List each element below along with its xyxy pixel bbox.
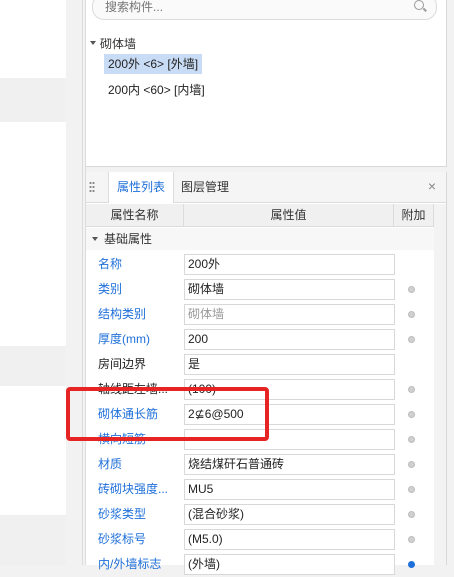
- collapse-triangle-icon[interactable]: [92, 237, 98, 241]
- property-group-label: 基础属性: [104, 232, 153, 246]
- property-row[interactable]: 砖砌块强度... MU5: [86, 477, 434, 502]
- property-row[interactable]: 砂浆标号 (M5.0): [86, 527, 434, 552]
- attach-checkbox[interactable]: [408, 436, 415, 443]
- property-row[interactable]: 名称 200外: [86, 252, 434, 277]
- tab-layer-management[interactable]: 图层管理: [173, 172, 237, 202]
- component-tree-panel: 砌体墙 200外 <6> [外墙] 200内 <60> [内墙]: [86, 0, 447, 167]
- property-value-field[interactable]: 是: [184, 354, 395, 375]
- attach-checkbox[interactable]: [408, 511, 415, 518]
- property-value-field[interactable]: MU5: [184, 479, 395, 500]
- property-name: 结构类别: [98, 307, 147, 321]
- left-panel-row-shade-bottom: [0, 515, 66, 565]
- vertical-scrollbar[interactable]: [434, 204, 446, 565]
- attach-checkbox[interactable]: [408, 461, 415, 468]
- property-value-field[interactable]: (M5.0): [184, 529, 395, 550]
- property-name: 房间边界: [98, 357, 147, 371]
- tree-group-masonry-wall[interactable]: 砌体墙: [90, 34, 136, 52]
- property-row[interactable]: 厚度(mm) 200: [86, 327, 434, 352]
- column-header-value[interactable]: 属性值: [184, 204, 394, 227]
- column-header-name[interactable]: 属性名称: [86, 204, 184, 227]
- tab-property-list[interactable]: 属性列表: [108, 172, 175, 203]
- property-value-field[interactable]: 200: [184, 329, 395, 350]
- column-header-extra[interactable]: 附加: [394, 204, 434, 227]
- panel-gap: [66, 0, 82, 565]
- search-box[interactable]: [92, 0, 437, 20]
- property-row[interactable]: 砂浆类型 (混合砂浆): [86, 502, 434, 527]
- property-name: 类别: [98, 282, 123, 296]
- property-name: 名称: [98, 257, 123, 271]
- panel-splitter[interactable]: [82, 0, 83, 565]
- property-row[interactable]: 结构类别 砌体墙: [86, 302, 434, 327]
- attach-checkbox[interactable]: [408, 486, 415, 493]
- search-input[interactable]: [105, 0, 405, 15]
- attach-checkbox[interactable]: [408, 311, 415, 318]
- attach-checkbox[interactable]: [408, 411, 415, 418]
- property-row[interactable]: 房间边界 是: [86, 352, 434, 377]
- property-row[interactable]: 类别 砌体墙: [86, 277, 434, 302]
- property-group-basic[interactable]: 基础属性: [86, 228, 434, 250]
- property-value-field[interactable]: 200外: [184, 254, 395, 275]
- attach-checkbox[interactable]: [408, 386, 415, 393]
- property-value-field[interactable]: 烧结煤矸石普通砖: [184, 454, 395, 475]
- property-name: 砖砌块强度...: [98, 482, 169, 496]
- left-side-panel: [0, 0, 66, 565]
- property-panel: 属性列表 图层管理 × 属性名称 属性值 附加 基础属性 名称 200外 类别 …: [86, 172, 447, 575]
- property-name: 砂浆标号: [98, 532, 147, 546]
- expand-triangle-icon[interactable]: [90, 41, 96, 45]
- property-name: 厚度(mm): [98, 332, 150, 346]
- attach-checkbox[interactable]: [408, 336, 415, 343]
- attach-checkbox[interactable]: [408, 286, 415, 293]
- tab-bar: 属性列表 图层管理 ×: [86, 172, 446, 203]
- property-name: 材质: [98, 457, 123, 471]
- highlight-annotation-box: [66, 387, 269, 441]
- search-icon[interactable]: [414, 0, 424, 10]
- attach-checkbox[interactable]: [408, 536, 415, 543]
- left-panel-row-highlight: [0, 78, 66, 122]
- drag-handle-icon[interactable]: [89, 181, 95, 193]
- left-panel-row-shade: [0, 346, 66, 386]
- property-value-field: 砌体墙: [184, 304, 395, 325]
- property-row[interactable]: 材质 烧结煤矸石普通砖: [86, 452, 434, 477]
- tree-item-200-interior[interactable]: 200内 <60> [内墙]: [104, 80, 209, 100]
- property-value-field[interactable]: (混合砂浆): [184, 504, 395, 525]
- property-name: 砂浆类型: [98, 507, 147, 521]
- property-value-field[interactable]: 砌体墙: [184, 279, 395, 300]
- close-icon[interactable]: ×: [426, 179, 438, 193]
- tree-item-200-exterior[interactable]: 200外 <6> [外墙]: [104, 54, 203, 74]
- tree-group-label: 砌体墙: [100, 36, 137, 51]
